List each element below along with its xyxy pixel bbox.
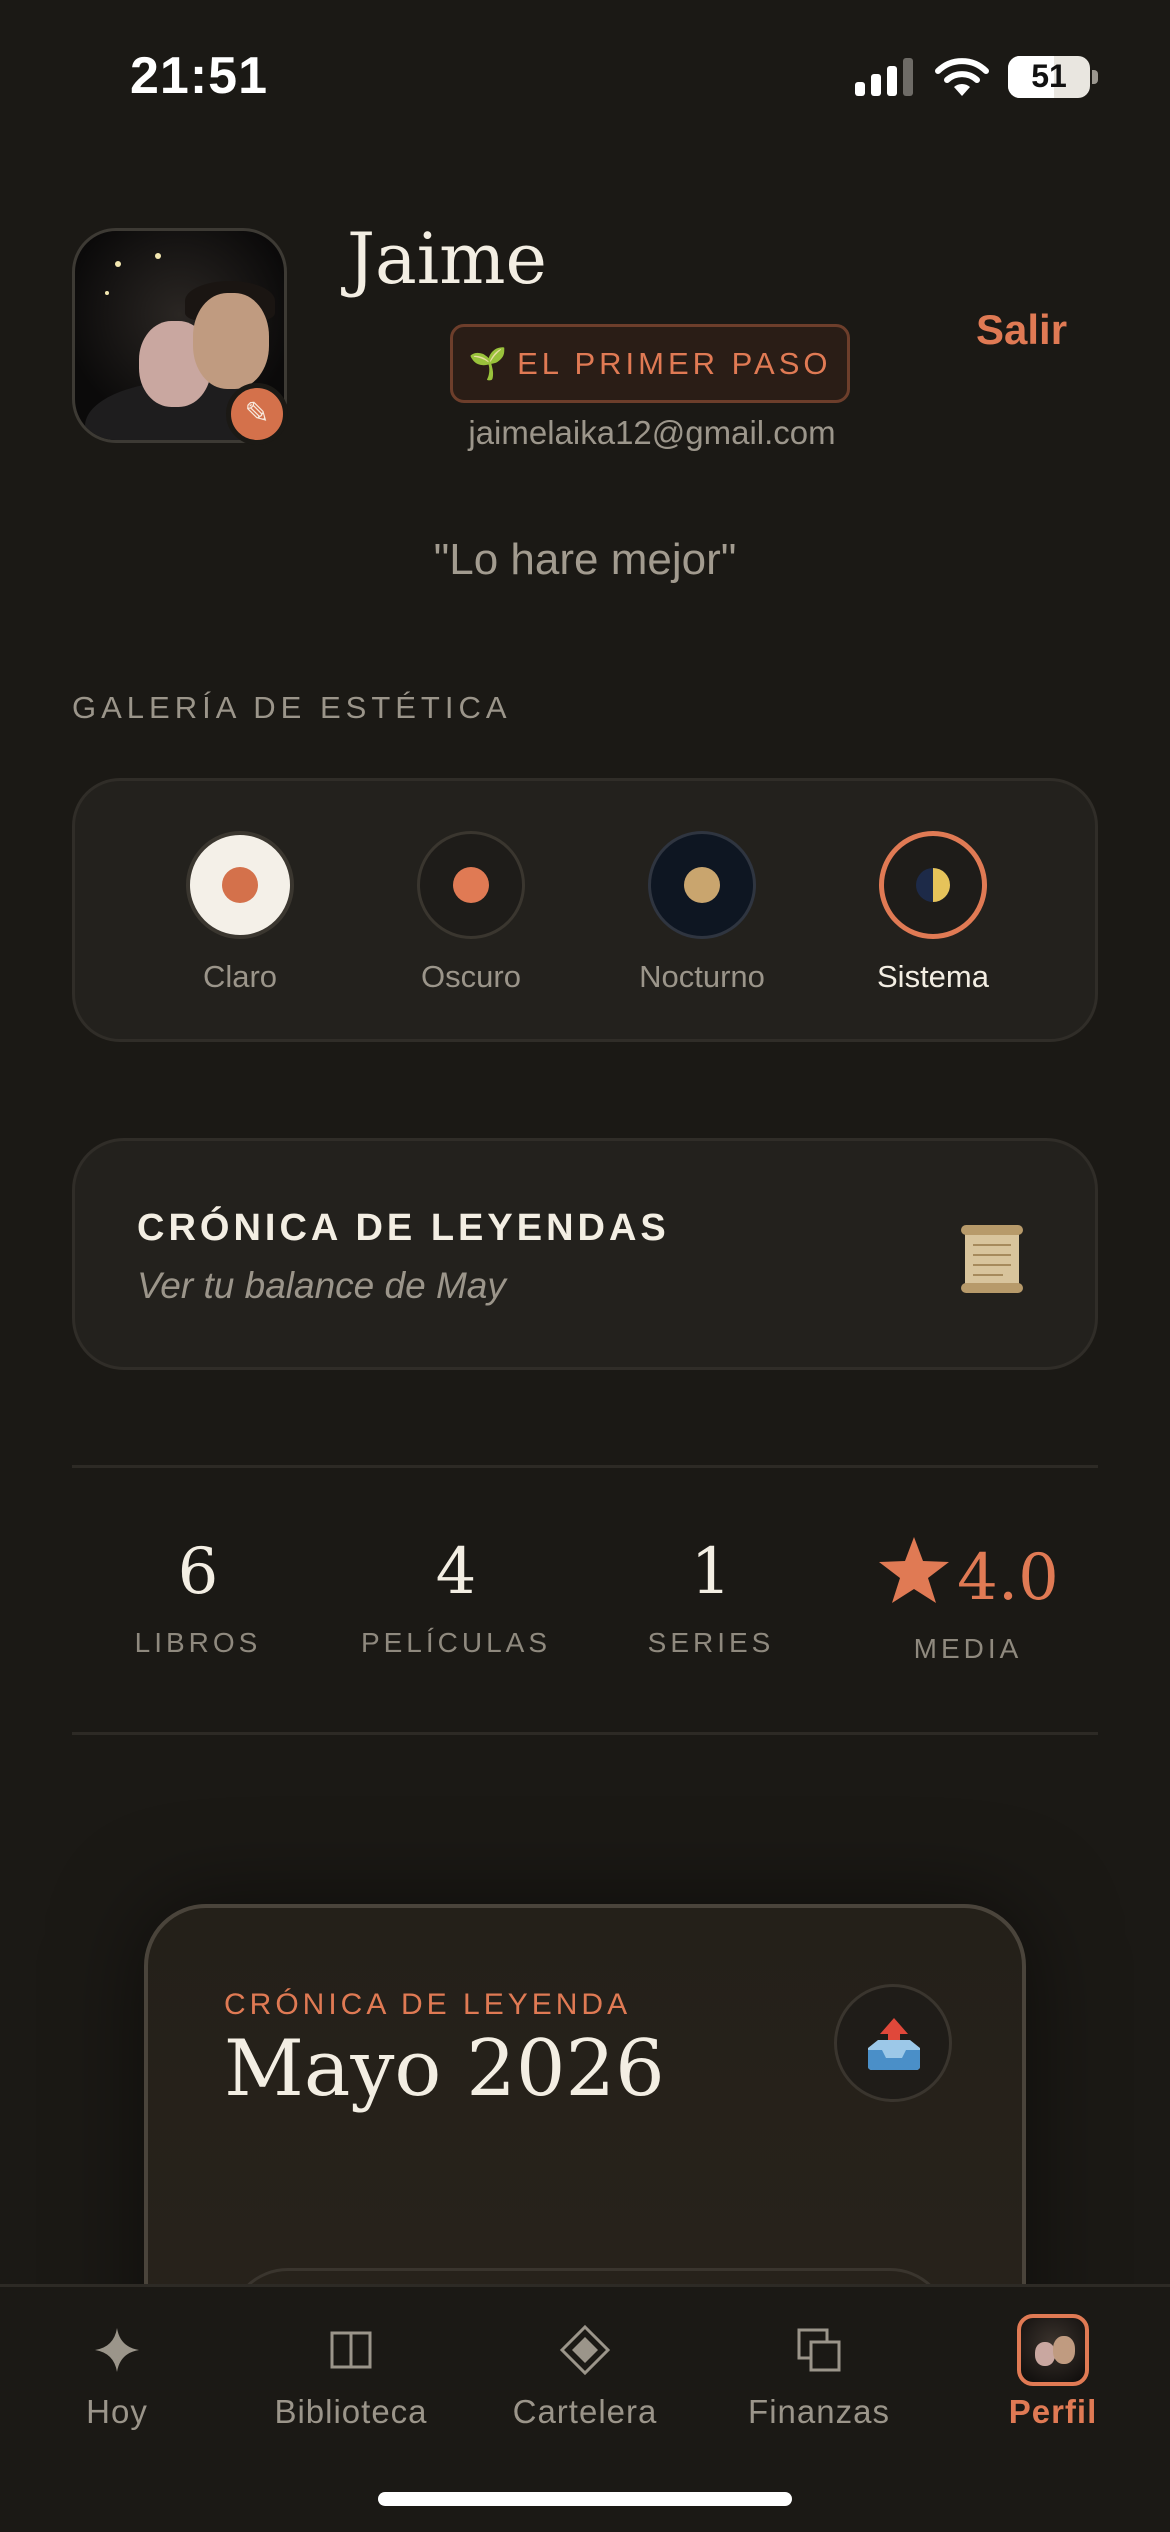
cellular-signal-icon: [855, 58, 915, 96]
cards-icon: [797, 2328, 841, 2372]
stat-label: SERIES: [647, 1627, 775, 1658]
stat-label: PELÍCULAS: [360, 1627, 552, 1658]
theme-option-claro[interactable]: Claro: [140, 831, 340, 995]
stat-label: LIBROS: [134, 1627, 262, 1658]
outbox-tray-icon: [868, 2018, 920, 2070]
status-time: 21:51: [130, 47, 268, 105]
theme-option-nocturno[interactable]: Nocturno: [602, 831, 802, 995]
tab-label: Biblioteca: [274, 2393, 428, 2430]
stat-books: 6 LIBROS: [68, 1535, 328, 1659]
avatar-icon: [1017, 2314, 1089, 2386]
tab-label: Hoy: [86, 2393, 148, 2430]
legend-kicker: CRÓNICA DE LEYENDA: [224, 1988, 632, 2021]
tab-hoy[interactable]: Hoy: [0, 2315, 234, 2431]
stat-label: MEDIA: [913, 1633, 1023, 1664]
profile-quote: "Lo hare mejor": [433, 535, 737, 584]
theme-swatch-claro: [186, 831, 294, 939]
stat-value: 1: [690, 1535, 732, 1609]
battery-icon: 51: [1008, 56, 1090, 98]
share-button[interactable]: [834, 1984, 952, 2102]
stat-value-row: 4.0: [838, 1535, 1098, 1615]
stat-value: 4.0: [957, 1541, 1059, 1615]
chronicle-title: CRÓNICA DE LEYENDAS: [137, 1207, 670, 1249]
theme-option-oscuro[interactable]: Oscuro: [371, 831, 571, 995]
tab-finanzas[interactable]: Finanzas: [702, 2315, 936, 2431]
stat-movies: 4 PELÍCULAS: [326, 1535, 586, 1659]
edit-avatar-button[interactable]: ✎: [226, 383, 288, 445]
star-icon: [879, 1537, 950, 1603]
chronicle-card[interactable]: CRÓNICA DE LEYENDAS Ver tu balance de Ma…: [72, 1138, 1098, 1370]
theme-swatch-nocturno: [648, 831, 756, 939]
battery-tip: [1092, 70, 1098, 84]
theme-selector: Claro Oscuro Nocturno Sistema: [72, 778, 1098, 1042]
tab-perfil[interactable]: Perfil: [936, 2314, 1170, 2431]
tab-label: Finanzas: [748, 2393, 890, 2430]
profile-name: Jaime: [347, 218, 547, 300]
gallery-section-title: GALERÍA DE ESTÉTICA: [72, 690, 512, 725]
profile-email: jaimelaika12@gmail.com: [468, 414, 836, 451]
divider: [72, 1465, 1098, 1468]
tab-cartelera[interactable]: Cartelera: [468, 2315, 702, 2431]
half-moon-icon: [916, 868, 950, 902]
book-icon: [330, 2331, 372, 2369]
legend-title: Mayo 2026: [224, 2024, 665, 2114]
tab-label: Perfil: [1008, 2393, 1098, 2430]
sparkle-icon: [95, 2328, 139, 2372]
diamond-icon: [559, 2324, 611, 2376]
theme-swatch-oscuro: [417, 831, 525, 939]
stat-value: 4: [435, 1535, 477, 1609]
stat-value: 6: [177, 1535, 219, 1609]
theme-swatch-sistema: [879, 831, 987, 939]
tab-biblioteca[interactable]: Biblioteca: [234, 2315, 468, 2431]
theme-label: Claro: [202, 959, 278, 994]
stat-series: 1 SERIES: [581, 1535, 841, 1659]
rank-badge: 🌱 EL PRIMER PASO: [450, 324, 850, 403]
wifi-icon: [935, 58, 989, 96]
sprout-icon: 🌱: [468, 346, 508, 381]
theme-option-sistema[interactable]: Sistema: [833, 831, 1033, 995]
rank-label: EL PRIMER PASO: [517, 346, 832, 381]
theme-label: Sistema: [877, 959, 989, 994]
pencil-icon: ✎: [244, 397, 270, 430]
tab-label: Cartelera: [512, 2393, 658, 2430]
stat-rating: 4.0 MEDIA: [838, 1535, 1098, 1665]
battery-level: 51: [1031, 58, 1067, 94]
divider: [72, 1732, 1098, 1735]
chronicle-subtitle: Ver tu balance de May: [137, 1265, 506, 1306]
scroll-icon: [961, 1225, 1023, 1293]
home-indicator[interactable]: [378, 2492, 792, 2506]
theme-label: Nocturno: [639, 959, 765, 994]
theme-label: Oscuro: [421, 959, 521, 994]
logout-button[interactable]: Salir: [976, 306, 1067, 354]
